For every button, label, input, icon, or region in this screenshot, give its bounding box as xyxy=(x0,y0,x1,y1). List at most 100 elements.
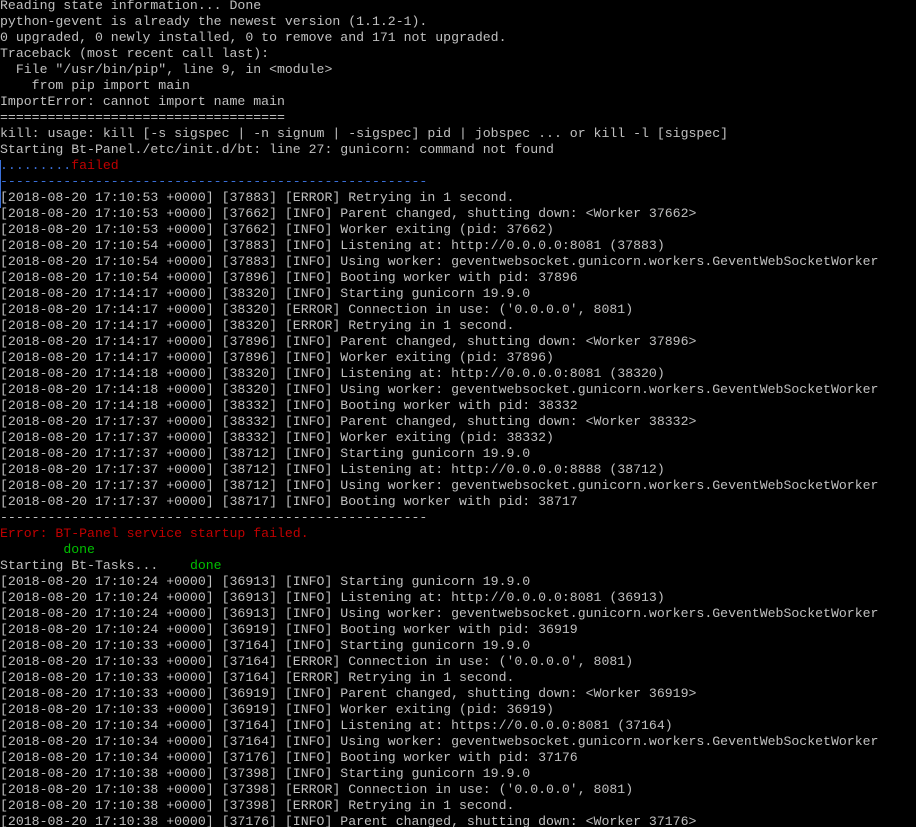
terminal-line: [2018-08-20 17:10:33 +0000] [36919] [INF… xyxy=(0,702,916,718)
terminal-line: [2018-08-20 17:10:24 +0000] [36913] [INF… xyxy=(0,606,916,622)
terminal-line: [2018-08-20 17:14:17 +0000] [38320] [INF… xyxy=(0,286,916,302)
terminal-line: [2018-08-20 17:10:53 +0000] [37883] [ERR… xyxy=(0,190,916,206)
terminal-line: [2018-08-20 17:17:37 +0000] [38717] [INF… xyxy=(0,494,916,510)
terminal-line: [2018-08-20 17:10:24 +0000] [36913] [INF… xyxy=(0,574,916,590)
terminal-line: [2018-08-20 17:14:17 +0000] [38320] [ERR… xyxy=(0,318,916,334)
terminal-line: [2018-08-20 17:10:53 +0000] [37662] [INF… xyxy=(0,206,916,222)
terminal-text: [2018-08-20 17:10:33 +0000] [37164] [ERR… xyxy=(0,670,515,685)
terminal-text: [2018-08-20 17:10:24 +0000] [36913] [INF… xyxy=(0,574,531,589)
terminal-line: from pip import main xyxy=(0,78,916,94)
terminal-line: done xyxy=(0,542,916,558)
terminal-line: [2018-08-20 17:10:33 +0000] [36919] [INF… xyxy=(0,686,916,702)
terminal-line: ----------------------------------------… xyxy=(0,510,916,526)
terminal-line: [2018-08-20 17:10:34 +0000] [37176] [INF… xyxy=(0,750,916,766)
terminal-text: [2018-08-20 17:17:37 +0000] [38332] [INF… xyxy=(0,414,697,429)
terminal-text: [2018-08-20 17:14:17 +0000] [38320] [ERR… xyxy=(0,302,634,317)
terminal-text: [2018-08-20 17:10:24 +0000] [36913] [INF… xyxy=(0,606,879,621)
terminal-text: [2018-08-20 17:10:33 +0000] [37164] [ERR… xyxy=(0,654,634,669)
terminal-line: Starting Bt-Tasks... done xyxy=(0,558,916,574)
terminal-text: python-gevent is already the newest vers… xyxy=(0,14,428,29)
terminal-line: [2018-08-20 17:14:18 +0000] [38332] [INF… xyxy=(0,398,916,414)
terminal-line: [2018-08-20 17:10:38 +0000] [37398] [ERR… xyxy=(0,798,916,814)
terminal-line: [2018-08-20 17:10:54 +0000] [37883] [INF… xyxy=(0,254,916,270)
terminal-line: [2018-08-20 17:17:37 +0000] [38712] [INF… xyxy=(0,462,916,478)
terminal-line: [2018-08-20 17:17:37 +0000] [38332] [INF… xyxy=(0,414,916,430)
terminal-text: [2018-08-20 17:10:53 +0000] [37662] [INF… xyxy=(0,206,697,221)
terminal-text: [2018-08-20 17:10:54 +0000] [37883] [INF… xyxy=(0,238,665,253)
terminal-text: done xyxy=(63,542,95,557)
terminal-line: [2018-08-20 17:10:34 +0000] [37164] [INF… xyxy=(0,718,916,734)
terminal-text: [2018-08-20 17:10:53 +0000] [37883] [ERR… xyxy=(0,190,515,205)
terminal-line: [2018-08-20 17:10:24 +0000] [36919] [INF… xyxy=(0,622,916,638)
terminal-text: File "/usr/bin/pip", line 9, in <module> xyxy=(0,62,333,77)
terminal-output[interactable]: Reading state information... Done python-… xyxy=(0,0,916,827)
terminal-text: [2018-08-20 17:14:17 +0000] [37896] [INF… xyxy=(0,350,554,365)
terminal-text: [2018-08-20 17:10:34 +0000] [37164] [INF… xyxy=(0,734,879,749)
terminal-text: Reading state information... Done xyxy=(0,0,262,13)
terminal-text: 0 upgraded, 0 newly installed, 0 to remo… xyxy=(0,30,507,45)
terminal-text: [2018-08-20 17:14:17 +0000] [37896] [INF… xyxy=(0,334,697,349)
terminal-line: [2018-08-20 17:10:54 +0000] [37896] [INF… xyxy=(0,270,916,286)
terminal-text: [2018-08-20 17:10:34 +0000] [37176] [INF… xyxy=(0,750,578,765)
terminal-line: [2018-08-20 17:10:33 +0000] [37164] [ERR… xyxy=(0,654,916,670)
terminal-text: Starting Bt-Panel./etc/init.d/bt: line 2… xyxy=(0,142,554,157)
terminal-line: [2018-08-20 17:10:54 +0000] [37883] [INF… xyxy=(0,238,916,254)
terminal-text: [2018-08-20 17:10:38 +0000] [37176] [INF… xyxy=(0,814,697,827)
terminal-line: [2018-08-20 17:14:18 +0000] [38320] [INF… xyxy=(0,382,916,398)
terminal-text: [2018-08-20 17:10:38 +0000] [37398] [ERR… xyxy=(0,798,515,813)
terminal-line: [2018-08-20 17:14:18 +0000] [38320] [INF… xyxy=(0,366,916,382)
terminal-text: [2018-08-20 17:17:37 +0000] [38717] [INF… xyxy=(0,494,578,509)
terminal-text: [2018-08-20 17:10:24 +0000] [36919] [INF… xyxy=(0,622,578,637)
terminal-text: [2018-08-20 17:10:53 +0000] [37662] [INF… xyxy=(0,222,554,237)
terminal-line: 0 upgraded, 0 newly installed, 0 to remo… xyxy=(0,30,916,46)
terminal-line: [2018-08-20 17:10:38 +0000] [37398] [ERR… xyxy=(0,782,916,798)
terminal-line: Starting Bt-Panel./etc/init.d/bt: line 2… xyxy=(0,142,916,158)
terminal-line: [2018-08-20 17:10:38 +0000] [37398] [INF… xyxy=(0,766,916,782)
terminal-text: Starting Bt-Tasks... xyxy=(0,558,190,573)
terminal-line: ----------------------------------------… xyxy=(0,174,916,190)
terminal-line: [2018-08-20 17:17:37 +0000] [38712] [INF… xyxy=(0,446,916,462)
terminal-line: File "/usr/bin/pip", line 9, in <module> xyxy=(0,62,916,78)
terminal-text: [2018-08-20 17:14:17 +0000] [38320] [ERR… xyxy=(0,318,515,333)
terminal-line: [2018-08-20 17:14:17 +0000] [38320] [ERR… xyxy=(0,302,916,318)
terminal-line: [2018-08-20 17:17:37 +0000] [38712] [INF… xyxy=(0,478,916,494)
terminal-line: ImportError: cannot import name main xyxy=(0,94,916,110)
terminal-line: [2018-08-20 17:10:38 +0000] [37176] [INF… xyxy=(0,814,916,827)
terminal-text: [2018-08-20 17:10:33 +0000] [37164] [INF… xyxy=(0,638,531,653)
terminal-text: [2018-08-20 17:10:33 +0000] [36919] [INF… xyxy=(0,686,697,701)
terminal-text: [2018-08-20 17:14:18 +0000] [38320] [INF… xyxy=(0,366,665,381)
terminal-text: failed xyxy=(71,158,119,173)
terminal-text: [2018-08-20 17:17:37 +0000] [38712] [INF… xyxy=(0,462,665,477)
terminal-text: ......... xyxy=(0,158,72,173)
terminal-text: Error: BT-Panel service startup failed. xyxy=(0,526,309,541)
terminal-line: ==================================== xyxy=(0,110,916,126)
terminal-text: [2018-08-20 17:10:38 +0000] [37398] [ERR… xyxy=(0,782,634,797)
terminal-text: ==================================== xyxy=(0,110,285,125)
terminal-text: ImportError: cannot import name main xyxy=(0,94,285,109)
terminal-line: kill: usage: kill [-s sigspec | -n signu… xyxy=(0,126,916,142)
terminal-line: [2018-08-20 17:14:17 +0000] [37896] [INF… xyxy=(0,350,916,366)
terminal-text: [2018-08-20 17:17:37 +0000] [38712] [INF… xyxy=(0,446,531,461)
terminal-text: [2018-08-20 17:14:17 +0000] [38320] [INF… xyxy=(0,286,531,301)
terminal-text: Traceback (most recent call last): xyxy=(0,46,270,61)
terminal-line: Reading state information... Done xyxy=(0,0,916,14)
terminal-text: ----------------------------------------… xyxy=(0,174,428,189)
terminal-text: [2018-08-20 17:14:18 +0000] [38320] [INF… xyxy=(0,382,879,397)
terminal-text: from pip import main xyxy=(0,78,190,93)
selection-marker xyxy=(0,160,1,208)
terminal-line: Traceback (most recent call last): xyxy=(0,46,916,62)
terminal-text: [2018-08-20 17:10:24 +0000] [36913] [INF… xyxy=(0,590,665,605)
terminal-line: [2018-08-20 17:10:53 +0000] [37662] [INF… xyxy=(0,222,916,238)
terminal-line: [2018-08-20 17:10:24 +0000] [36913] [INF… xyxy=(0,590,916,606)
terminal-line: [2018-08-20 17:17:37 +0000] [38332] [INF… xyxy=(0,430,916,446)
terminal-text: kill: usage: kill [-s sigspec | -n signu… xyxy=(0,126,729,141)
terminal-text: [2018-08-20 17:17:37 +0000] [38712] [INF… xyxy=(0,478,879,493)
terminal-line: python-gevent is already the newest vers… xyxy=(0,14,916,30)
terminal-text: [2018-08-20 17:14:18 +0000] [38332] [INF… xyxy=(0,398,578,413)
terminal-line: [2018-08-20 17:14:17 +0000] [37896] [INF… xyxy=(0,334,916,350)
terminal-line: .........failed xyxy=(0,158,916,174)
terminal-line: [2018-08-20 17:10:33 +0000] [37164] [INF… xyxy=(0,638,916,654)
terminal-text: [2018-08-20 17:10:34 +0000] [37164] [INF… xyxy=(0,718,673,733)
terminal-line: [2018-08-20 17:10:34 +0000] [37164] [INF… xyxy=(0,734,916,750)
